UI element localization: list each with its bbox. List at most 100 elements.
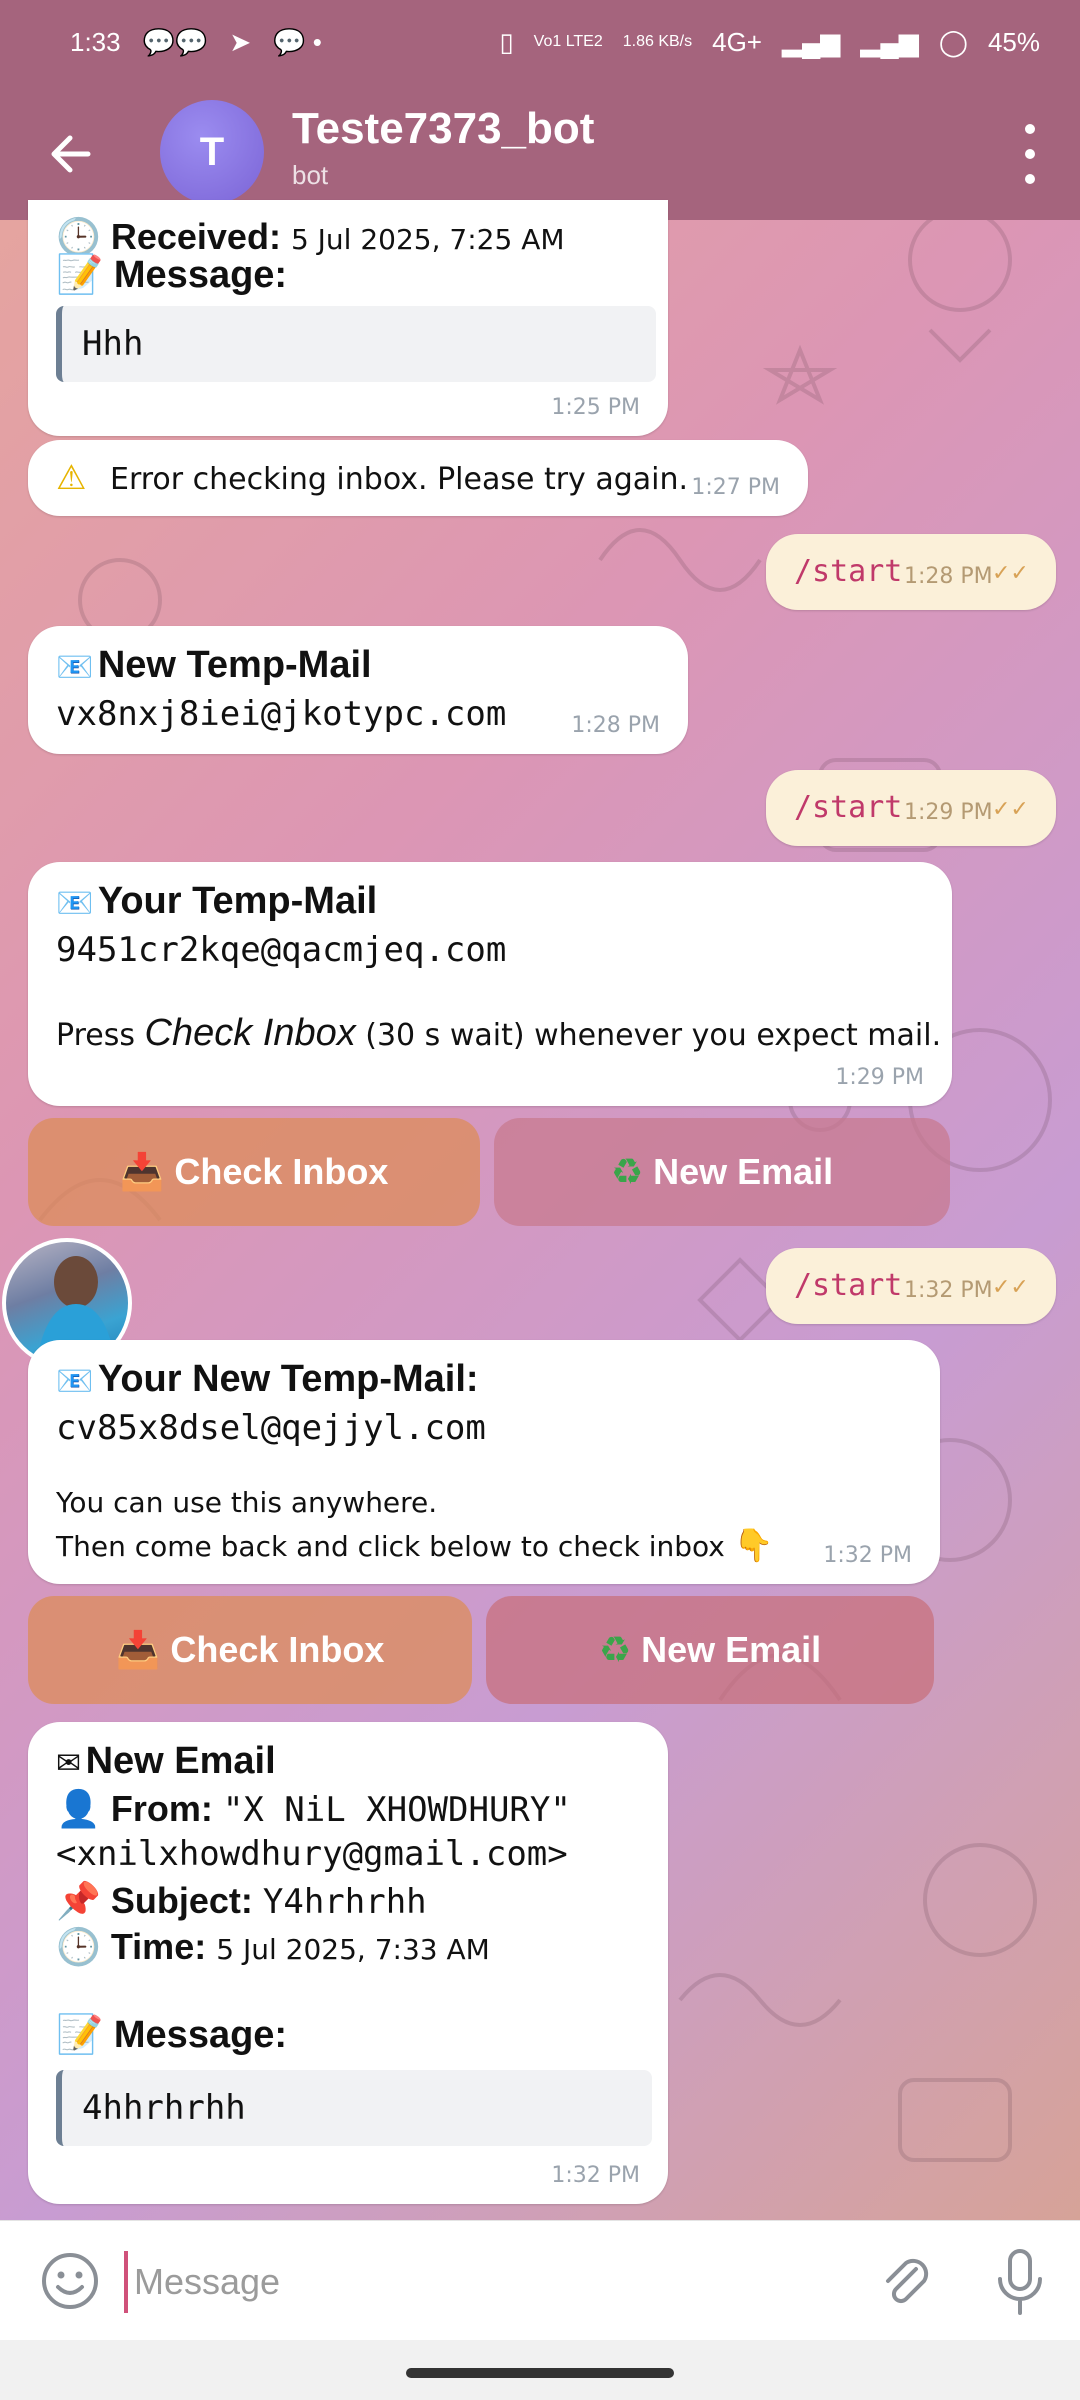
status-bar: 1:33 💬💬 ➤ 💬 • ▯ Vo1 LTE2 1.86 KB/s 4G+ ▂…	[0, 0, 1080, 84]
instruction-line-1: You can use this anywhere.	[56, 1486, 438, 1519]
read-checkmarks-icon: ✓✓	[992, 796, 1029, 821]
subject-value: Y4hrhrhh	[262, 1882, 427, 1922]
email-icon: 📧	[56, 886, 94, 921]
message-label: Message:	[113, 254, 288, 296]
received-value: 5 Jul 2025, 7:25 AM	[290, 223, 565, 256]
envelope-icon: ✉	[56, 1746, 82, 1781]
recycle-icon: ♻	[598, 1629, 632, 1671]
message-time: 1:25 PM	[551, 395, 640, 420]
temp-mail-message: 📧 Your Temp-Mail 9451cr2kqe@qacmjeq.com …	[28, 862, 952, 1106]
message-input[interactable]	[124, 2251, 836, 2313]
message-time: 1:28 PM	[904, 564, 993, 589]
instruction-line-2: Then come back and click below to check …	[56, 1530, 725, 1563]
message-time: 1:32 PM	[904, 1278, 993, 1303]
chat-subtitle: bot	[292, 160, 329, 190]
message-time: 1:32 PM	[551, 2163, 640, 2188]
emoji-icon[interactable]	[36, 2247, 104, 2315]
status-time: 1:33	[70, 26, 121, 57]
temp-email-address[interactable]: 9451cr2kqe@qacmjeq.com	[56, 930, 506, 970]
quote-text: 4hhrhrhh	[82, 2088, 246, 2128]
volte-indicator: Vo1 LTE2	[533, 33, 603, 50]
signal-icon: ▂▄▆	[782, 26, 841, 57]
attach-icon[interactable]	[872, 2247, 940, 2315]
message-time: 1:29 PM	[904, 800, 993, 825]
quote-text: Hhh	[82, 324, 144, 364]
time-label: Time:	[110, 1926, 207, 1967]
microphone-icon[interactable]	[986, 2243, 1054, 2319]
battery-icon: ◯	[938, 26, 968, 57]
memo-icon: 📝	[56, 2012, 104, 2056]
message-time: 1:27 PM	[691, 475, 780, 500]
inbox-tray-icon: 📥	[119, 1152, 165, 1193]
message-title: Your Temp-Mail	[97, 880, 378, 922]
warning-icon: ⚠	[56, 458, 87, 498]
instruction-italic: Check Inbox	[144, 1012, 356, 1054]
avatar-letter: T	[199, 129, 225, 174]
new-email-button[interactable]: ♻ New Email	[494, 1118, 950, 1226]
message-input-bar	[0, 2220, 1080, 2341]
temp-email-address[interactable]: cv85x8dsel@qejjyl.com	[56, 1408, 486, 1448]
new-email-message: ✉ New Email 👤 From: "X NiL XHOWDHURY" <x…	[28, 1722, 668, 2204]
email-icon: 📧	[56, 650, 94, 685]
from-label: From:	[110, 1788, 213, 1829]
messenger-notification-icon: 💬💬	[142, 26, 208, 57]
button-label: Check Inbox	[174, 1151, 389, 1192]
messenger-notification-icon-2: 💬 •	[273, 26, 322, 57]
subject-label: Subject:	[110, 1880, 253, 1921]
back-arrow-icon[interactable]	[40, 124, 100, 184]
network-speed: 1.86 KB/s	[622, 33, 693, 50]
memo-icon: 📝	[56, 252, 104, 296]
battery-percent: 45%	[987, 26, 1040, 57]
outgoing-start-command: /start 1:29 PM ✓✓	[766, 770, 1056, 846]
network-type: 4G+	[712, 26, 762, 57]
time-value: 5 Jul 2025, 7:33 AM	[216, 1933, 490, 1966]
message-title: New Email	[85, 1740, 276, 1782]
command-text[interactable]: /start	[794, 554, 902, 589]
recycle-icon: ♻	[610, 1151, 644, 1193]
message-title: New Temp-Mail	[97, 644, 372, 686]
error-message: ⚠ Error checking inbox. Please try again…	[28, 440, 808, 516]
chat-title[interactable]: Teste7373_bot	[292, 104, 594, 154]
message-time: 1:29 PM	[835, 1065, 924, 1090]
new-temp-mail-message: 📧 New Temp-Mail vx8nxj8iei@jkotypc.com 1…	[28, 626, 688, 754]
telegram-notification-icon: ➤	[229, 26, 252, 57]
error-text: Error checking inbox. Please try again.	[110, 462, 689, 497]
bot-avatar[interactable]: T	[160, 100, 264, 204]
message-quote: Hhh	[56, 306, 656, 382]
button-label: New Email	[653, 1151, 834, 1192]
received-label: Received:	[110, 216, 281, 257]
new-email-button[interactable]: ♻ New Email	[486, 1596, 934, 1704]
outgoing-start-command: /start 1:28 PM ✓✓	[766, 534, 1056, 610]
clock-icon: 🕒	[56, 1927, 101, 1968]
instruction-text-a: Press	[56, 1018, 145, 1053]
message-time: 1:32 PM	[823, 1543, 912, 1568]
button-label: Check Inbox	[170, 1629, 385, 1670]
message-label: Message:	[113, 2014, 288, 2056]
read-checkmarks-icon: ✓✓	[992, 1274, 1029, 1299]
button-label: New Email	[641, 1629, 822, 1670]
check-inbox-button[interactable]: 📥 Check Inbox	[28, 1596, 472, 1704]
user-icon: 👤	[56, 1789, 101, 1830]
inbox-tray-icon: 📥	[115, 1630, 161, 1671]
pushpin-icon: 📌	[56, 1881, 101, 1922]
from-name: "X NiL XHOWDHURY"	[222, 1790, 571, 1830]
new-temp-mail-message: 📧 Your New Temp-Mail: cv85x8dsel@qejjyl.…	[28, 1340, 940, 1584]
navigation-bar	[0, 2340, 1080, 2400]
more-options-icon[interactable]	[1008, 124, 1052, 184]
home-gesture-handle[interactable]	[406, 2368, 674, 2378]
read-checkmarks-icon: ✓✓	[992, 560, 1029, 585]
message-title: Your New Temp-Mail:	[97, 1358, 479, 1400]
instruction-text-c: (30 s wait) whenever you expect mail.	[355, 1018, 942, 1053]
temp-email-address[interactable]: vx8nxj8iei@jkotypc.com	[56, 694, 506, 734]
message-received-email: 🕒 Received: 5 Jul 2025, 7:25 AM 📝 Messag…	[28, 200, 668, 436]
from-address[interactable]: <xnilxhowdhury@gmail.com>	[56, 1834, 568, 1874]
message-quote: 4hhrhrhh	[56, 2070, 652, 2146]
check-inbox-button[interactable]: 📥 Check Inbox	[28, 1118, 480, 1226]
message-time: 1:28 PM	[571, 713, 660, 738]
command-text[interactable]: /start	[794, 790, 902, 825]
signal-icon-2: ▂▄▆	[860, 26, 919, 57]
command-text[interactable]: /start	[794, 1268, 902, 1303]
vibrate-icon: ▯	[499, 26, 514, 57]
outgoing-start-command: /start 1:32 PM ✓✓	[766, 1248, 1056, 1324]
pointing-down-icon: 👇	[733, 1526, 774, 1564]
